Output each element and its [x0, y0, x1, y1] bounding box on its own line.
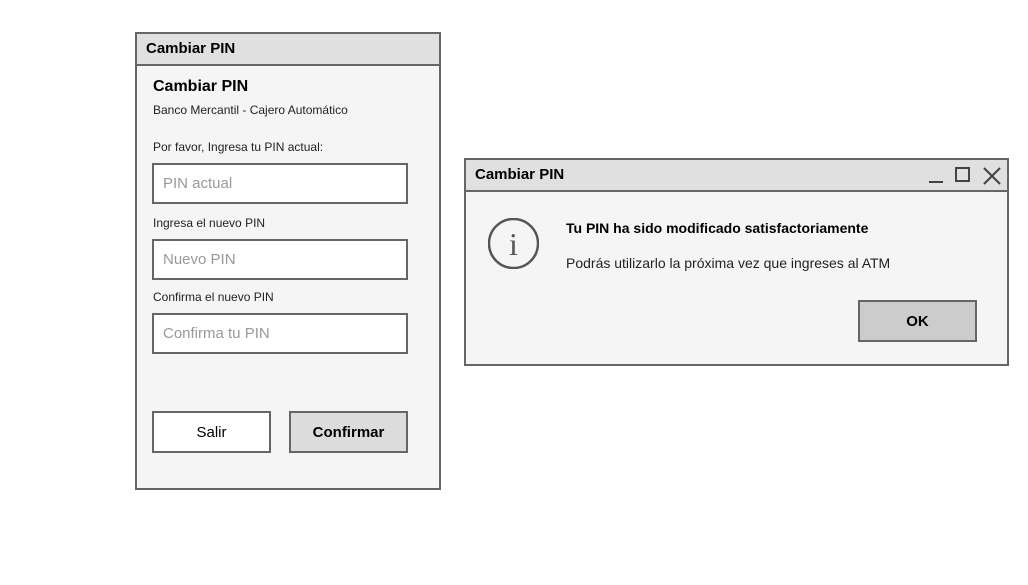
form-heading: Cambiar PIN [153, 78, 249, 95]
close-icon[interactable] [983, 166, 1001, 185]
window-titlebar[interactable]: Cambiar PIN [137, 34, 439, 66]
dialog-message: Podrás utilizarlo la próxima vez que ing… [566, 255, 891, 271]
svg-text:i: i [509, 226, 518, 262]
new-pin-input[interactable] [152, 239, 408, 280]
dialog-titlebar[interactable]: Cambiar PIN [466, 160, 1007, 192]
minimize-icon[interactable] [927, 166, 945, 184]
new-pin-label: Ingresa el nuevo PIN [153, 216, 266, 230]
form-subtitle: Banco Mercantil - Cajero Automático [153, 103, 348, 117]
ok-button[interactable]: OK [858, 300, 977, 342]
current-pin-input[interactable] [152, 163, 408, 204]
info-icon: i [487, 217, 540, 270]
maximize-icon[interactable] [953, 166, 971, 184]
confirm-button[interactable]: Confirmar [289, 411, 408, 453]
dialog-title: Cambiar PIN [475, 166, 565, 183]
current-pin-label: Por favor, Ingresa tu PIN actual: [153, 140, 324, 154]
exit-button[interactable]: Salir [152, 411, 271, 453]
window-title: Cambiar PIN [146, 40, 236, 57]
dialog-heading: Tu PIN ha sido modificado satisfactoriam… [566, 220, 869, 236]
change-pin-window: Cambiar PIN Cambiar PIN Banco Mercantil … [135, 32, 441, 490]
success-dialog: Cambiar PIN i Tu PIN ha sido modificado … [464, 158, 1009, 366]
confirm-pin-label: Confirma el nuevo PIN [153, 290, 274, 304]
confirm-pin-input[interactable] [152, 313, 408, 354]
